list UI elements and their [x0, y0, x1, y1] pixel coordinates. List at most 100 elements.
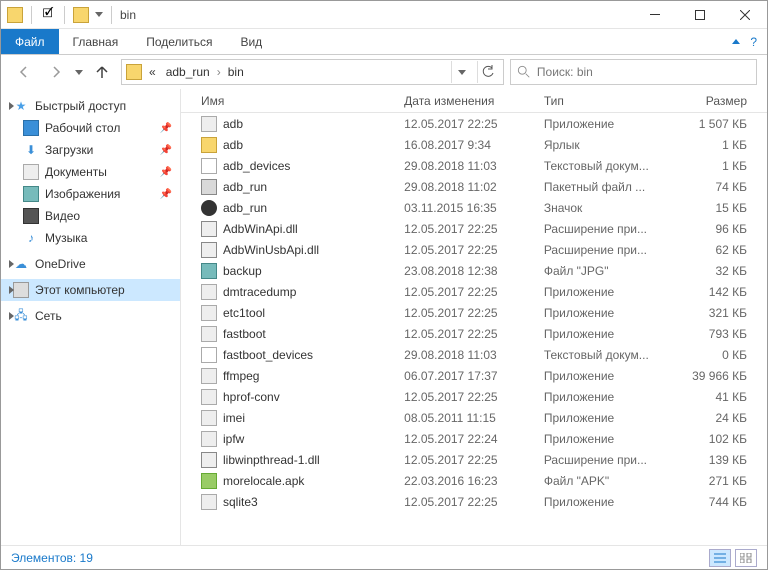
file-size: 62 КБ — [671, 243, 767, 257]
icons-view-button[interactable] — [735, 549, 757, 567]
sidebar-item-label: Быстрый доступ — [35, 99, 126, 113]
pin-icon: 📌 — [160, 189, 172, 200]
file-row[interactable]: adb_devices29.08.2018 11:03Текстовый док… — [181, 155, 767, 176]
star-icon: ★ — [13, 98, 29, 114]
file-icon — [201, 116, 217, 132]
file-date: 12.05.2017 22:25 — [404, 390, 544, 404]
address-bar[interactable]: « adb_run › bin — [121, 59, 504, 85]
sidebar-network[interactable]: 🖧Сеть — [1, 305, 180, 327]
up-button[interactable] — [89, 59, 115, 85]
sidebar-music[interactable]: ♪Музыка — [1, 227, 180, 249]
back-button[interactable] — [11, 59, 37, 85]
forward-button[interactable] — [43, 59, 69, 85]
file-date: 23.08.2018 12:38 — [404, 264, 544, 278]
search-box[interactable]: Поиск: bin — [510, 59, 757, 85]
file-row[interactable]: ffmpeg06.07.2017 17:37Приложение39 966 К… — [181, 365, 767, 386]
sidebar-quick-access[interactable]: ★ Быстрый доступ — [1, 95, 180, 117]
file-row[interactable]: adb16.08.2017 9:34Ярлык1 КБ — [181, 134, 767, 155]
file-row[interactable]: ipfw12.05.2017 22:24Приложение102 КБ — [181, 428, 767, 449]
file-type: Расширение при... — [544, 243, 671, 257]
sidebar-this-pc[interactable]: Этот компьютер — [1, 279, 180, 301]
separator — [31, 6, 32, 24]
file-row[interactable]: hprof-conv12.05.2017 22:25Приложение41 К… — [181, 386, 767, 407]
file-row[interactable]: adb_run03.11.2015 16:35Значок15 КБ — [181, 197, 767, 218]
breadcrumb-item[interactable]: adb_run — [163, 65, 213, 79]
file-name: adb — [223, 138, 243, 152]
file-type: Текстовый докум... — [544, 159, 671, 173]
sidebar-downloads[interactable]: ⬇Загрузки📌 — [1, 139, 180, 161]
sidebar-video[interactable]: Видео — [1, 205, 180, 227]
refresh-button[interactable] — [477, 61, 499, 83]
file-type: Пакетный файл ... — [544, 180, 671, 194]
file-icon — [201, 347, 217, 363]
sidebar-documents[interactable]: Документы📌 — [1, 161, 180, 183]
sidebar-item-label: Загрузки — [45, 143, 93, 157]
file-row[interactable]: adb_run29.08.2018 11:02Пакетный файл ...… — [181, 176, 767, 197]
disclosure-icon[interactable] — [9, 260, 14, 268]
tab-share[interactable]: Поделиться — [132, 29, 226, 54]
file-row[interactable]: libwinpthread-1.dll12.05.2017 22:25Расши… — [181, 449, 767, 470]
file-row[interactable]: AdbWinUsbApi.dll12.05.2017 22:25Расширен… — [181, 239, 767, 260]
file-date: 12.05.2017 22:25 — [404, 495, 544, 509]
file-icon — [201, 431, 217, 447]
tab-view[interactable]: Вид — [226, 29, 276, 54]
file-row[interactable]: dmtracedump12.05.2017 22:25Приложение142… — [181, 281, 767, 302]
file-size: 39 966 КБ — [671, 369, 767, 383]
disclosure-icon[interactable] — [9, 312, 14, 320]
file-row[interactable]: fastboot_devices29.08.2018 11:03Текстовы… — [181, 344, 767, 365]
tab-file[interactable]: Файл — [1, 29, 59, 54]
file-row[interactable]: etc1tool12.05.2017 22:25Приложение321 КБ — [181, 302, 767, 323]
tab-home[interactable]: Главная — [59, 29, 133, 54]
disclosure-icon[interactable] — [9, 102, 14, 110]
status-bar: Элементов: 19 — [1, 545, 767, 569]
sidebar-onedrive[interactable]: ☁OneDrive — [1, 253, 180, 275]
file-size: 1 507 КБ — [671, 117, 767, 131]
documents-icon — [23, 164, 39, 180]
sidebar-desktop[interactable]: Рабочий стол📌 — [1, 117, 180, 139]
close-button[interactable] — [722, 1, 767, 29]
file-type: Файл "APK" — [544, 474, 671, 488]
details-view-button[interactable] — [709, 549, 731, 567]
file-type: Приложение — [544, 369, 671, 383]
file-type: Приложение — [544, 306, 671, 320]
pin-icon: 📌 — [160, 167, 172, 178]
maximize-button[interactable] — [677, 1, 722, 29]
col-type[interactable]: Тип — [544, 94, 671, 108]
network-icon: 🖧 — [13, 308, 29, 324]
file-size: 139 КБ — [671, 453, 767, 467]
file-row[interactable]: morelocale.apk22.03.2016 16:23Файл "APK"… — [181, 470, 767, 491]
address-dropdown-button[interactable] — [451, 61, 473, 83]
file-type: Значок — [544, 201, 671, 215]
file-type: Расширение при... — [544, 453, 671, 467]
col-date[interactable]: Дата изменения — [404, 94, 544, 108]
sidebar-item-label: Музыка — [45, 231, 87, 245]
file-row[interactable]: adb12.05.2017 22:25Приложение1 507 КБ — [181, 113, 767, 134]
file-icon — [201, 452, 217, 468]
properties-icon[interactable]: 🗹 — [40, 7, 56, 23]
quick-access-toolbar: 🗹 — [1, 6, 109, 24]
help-icon[interactable]: ? — [750, 35, 757, 49]
disclosure-icon[interactable] — [9, 286, 14, 294]
breadcrumb-item[interactable]: bin — [225, 65, 247, 79]
col-name[interactable]: Имя — [181, 94, 404, 108]
file-row[interactable]: fastboot12.05.2017 22:25Приложение793 КБ — [181, 323, 767, 344]
file-row[interactable]: backup23.08.2018 12:38Файл "JPG"32 КБ — [181, 260, 767, 281]
sidebar-item-label: Изображения — [45, 187, 120, 201]
expand-ribbon-icon[interactable] — [732, 39, 740, 44]
file-date: 29.08.2018 11:03 — [404, 348, 544, 362]
file-row[interactable]: sqlite312.05.2017 22:25Приложение744 КБ — [181, 491, 767, 512]
chevron-down-icon[interactable] — [95, 12, 103, 17]
history-dropdown-icon[interactable] — [75, 70, 83, 75]
col-size[interactable]: Размер — [671, 94, 767, 108]
file-size: 32 КБ — [671, 264, 767, 278]
nav-bar: « adb_run › bin Поиск: bin — [1, 55, 767, 89]
file-name: hprof-conv — [223, 390, 280, 404]
sidebar-pictures[interactable]: Изображения 📌 — [1, 183, 180, 205]
file-row[interactable]: imei08.05.2011 11:15Приложение24 КБ — [181, 407, 767, 428]
file-icon — [201, 410, 217, 426]
minimize-button[interactable] — [632, 1, 677, 29]
file-date: 03.11.2015 16:35 — [404, 201, 544, 215]
sidebar-item-label: Видео — [45, 209, 80, 223]
grid-icon — [740, 553, 752, 563]
file-row[interactable]: AdbWinApi.dll12.05.2017 22:25Расширение … — [181, 218, 767, 239]
